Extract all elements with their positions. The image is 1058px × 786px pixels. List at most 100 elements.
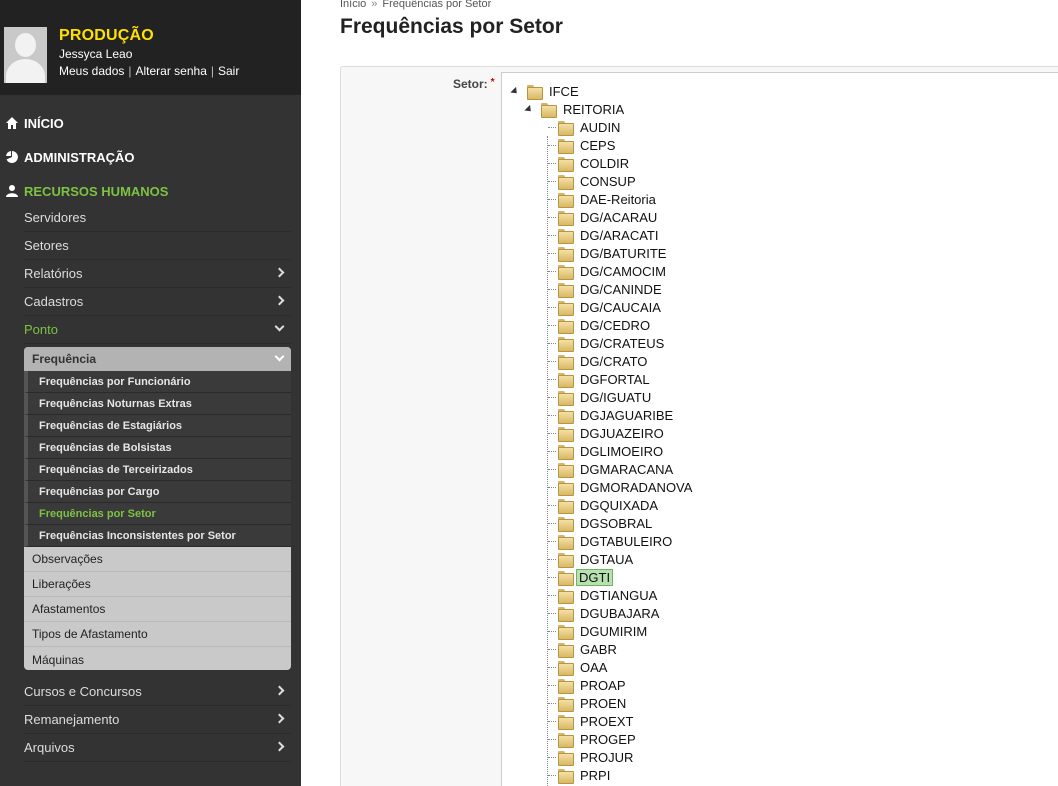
- nav-maquinas[interactable]: Máquinas: [24, 647, 291, 672]
- tree-node-label: DG/CRATO: [580, 353, 648, 369]
- nav-freq-bolsistas[interactable]: Frequências de Bolsistas: [24, 437, 291, 459]
- folder-icon: [558, 372, 574, 388]
- folder-icon: [558, 282, 574, 298]
- nav-administracao[interactable]: ADMINISTRAÇÃO: [0, 140, 301, 174]
- nav-freq-noturnas[interactable]: Frequências Noturnas Extras: [24, 393, 291, 415]
- nav-inicio[interactable]: INÍCIO: [0, 106, 301, 140]
- folder-icon: [558, 300, 574, 316]
- nav-remanejamento[interactable]: Remanejamento: [24, 706, 291, 734]
- tree-node[interactable]: PROGEP: [558, 730, 640, 748]
- tree-node[interactable]: DG/IGUATU: [558, 388, 655, 406]
- tree-node[interactable]: PROEXT: [558, 712, 637, 730]
- tree-node-label: PROJUR: [580, 749, 634, 765]
- nav-setores[interactable]: Setores: [24, 232, 291, 260]
- tree-node[interactable]: DGTI: [558, 568, 614, 586]
- tree-node-label: GABR: [580, 641, 617, 657]
- pie-chart-icon: [6, 151, 18, 163]
- folder-icon: [558, 138, 574, 154]
- nav-relatorios[interactable]: Relatórios: [24, 260, 291, 288]
- tree-node-label: DGTAUA: [580, 551, 634, 567]
- nav-liberacoes[interactable]: Liberações: [24, 572, 291, 597]
- tree-node[interactable]: PROJUR: [558, 748, 637, 766]
- tree-node[interactable]: DG/BATURITE: [558, 244, 670, 262]
- nav-tipos-afastamento[interactable]: Tipos de Afastamento: [24, 622, 291, 647]
- tree-node-label: DGMORADANOVA: [580, 479, 693, 495]
- tree-node[interactable]: DGTABULEIRO: [558, 532, 676, 550]
- nav-freq-cargo[interactable]: Frequências por Cargo: [24, 481, 291, 503]
- tree-node-root[interactable]: IFCE: [510, 82, 583, 100]
- tree-node[interactable]: DGQUIXADA: [558, 496, 662, 514]
- nav-cadastros[interactable]: Cadastros: [24, 288, 291, 316]
- tree-node[interactable]: DGFORTAL: [558, 370, 654, 388]
- tree-node[interactable]: DGTIANGUA: [558, 586, 661, 604]
- tree-node[interactable]: PRPI: [558, 766, 614, 784]
- folder-icon: [541, 102, 557, 118]
- tree-node[interactable]: DG/ACARAU: [558, 208, 661, 226]
- nav-recursos-humanos-label: RECURSOS HUMANOS: [24, 183, 169, 199]
- tree-node[interactable]: DG/CAUCAIA: [558, 298, 665, 316]
- tree-guide-line: [548, 289, 556, 290]
- nav-cursos-concursos[interactable]: Cursos e Concursos: [24, 678, 291, 706]
- breadcrumb-home[interactable]: Início: [340, 0, 366, 10]
- tree-node[interactable]: DGMARACANA: [558, 460, 677, 478]
- nav-arquivos-label: Arquivos: [24, 740, 75, 755]
- nav-recursos-humanos[interactable]: RECURSOS HUMANOS: [0, 174, 301, 208]
- tree-node[interactable]: DGJUAZEIRO: [558, 424, 668, 442]
- tree-guide-line: [548, 361, 556, 362]
- expand-toggle-icon[interactable]: [510, 87, 518, 95]
- tree-node[interactable]: DGTAUA: [558, 550, 637, 568]
- folder-icon: [558, 588, 574, 604]
- nav-ponto[interactable]: Ponto: [24, 316, 291, 344]
- tree-node[interactable]: DGUMIRIM: [558, 622, 651, 640]
- change-password-link[interactable]: Alterar senha: [136, 64, 207, 78]
- tree-node-reitoria[interactable]: REITORIA: [524, 100, 628, 118]
- nav-observacoes[interactable]: Observações: [24, 547, 291, 572]
- tree-guide-line: [548, 127, 556, 128]
- nav-frequencia[interactable]: Frequência: [24, 347, 291, 371]
- nav-afastamentos[interactable]: Afastamentos: [24, 597, 291, 622]
- chevron-right-icon: [274, 741, 285, 752]
- chevron-right-icon: [274, 295, 285, 306]
- folder-icon: [558, 768, 574, 784]
- tree-node[interactable]: DGUBAJARA: [558, 604, 663, 622]
- tree-node[interactable]: GABR: [558, 640, 621, 658]
- tree-node-label: DGUBAJARA: [580, 605, 660, 621]
- my-data-link[interactable]: Meus dados: [59, 64, 124, 78]
- tree-node[interactable]: COLDIR: [558, 154, 633, 172]
- tree-node[interactable]: DG/CRATO: [558, 352, 651, 370]
- tree-node-label: COLDIR: [580, 155, 630, 171]
- nav-freq-terceirizados[interactable]: Frequências de Terceirizados: [24, 459, 291, 481]
- tree-node[interactable]: OAA: [558, 658, 611, 676]
- tree-node[interactable]: DG/CEDRO: [558, 316, 654, 334]
- logout-link[interactable]: Sair: [218, 64, 239, 78]
- nav-freq-estagiarios[interactable]: Frequências de Estagiários: [24, 415, 291, 437]
- tree-guide-line: [548, 397, 556, 398]
- tree-guide-line: [548, 469, 556, 470]
- tree-node[interactable]: DGLIMOEIRO: [558, 442, 667, 460]
- nav-servidores[interactable]: Servidores: [24, 204, 291, 232]
- tree-node[interactable]: DG/CRATEUS: [558, 334, 668, 352]
- tree-node-label: DG/CEDRO: [580, 317, 651, 333]
- tree-node[interactable]: PROAP: [558, 676, 630, 694]
- nav-freq-setor[interactable]: Frequências por Setor: [24, 503, 291, 525]
- nav-freq-funcionario[interactable]: Frequências por Funcionário: [24, 371, 291, 393]
- tree-node[interactable]: DAE-Reitoria: [558, 190, 660, 208]
- tree-node[interactable]: AUDIN: [558, 118, 624, 136]
- profile-links: Meus dados | Alterar senha | Sair: [59, 64, 240, 78]
- tree-node[interactable]: DG/CANINDE: [558, 280, 666, 298]
- tree-node-label: DGTIANGUA: [580, 587, 658, 603]
- nav-freq-inconsistentes[interactable]: Frequências Inconsistentes por Setor: [24, 525, 291, 547]
- expand-toggle-icon[interactable]: [524, 105, 532, 113]
- tree-node[interactable]: CEPS: [558, 136, 619, 154]
- tree-node[interactable]: DG/ARACATI: [558, 226, 663, 244]
- tree-node[interactable]: DG/CAMOCIM: [558, 262, 670, 280]
- tree-node[interactable]: DGMORADANOVA: [558, 478, 696, 496]
- tree-node-label: DG/CRATEUS: [580, 335, 665, 351]
- tree-node[interactable]: DGJAGUARIBE: [558, 406, 677, 424]
- nav-arquivos[interactable]: Arquivos: [24, 734, 291, 762]
- tree-node[interactable]: DGSOBRAL: [558, 514, 656, 532]
- tree-node[interactable]: PROEN: [558, 694, 630, 712]
- tree-node[interactable]: CONSUP: [558, 172, 640, 190]
- folder-icon: [558, 570, 574, 586]
- folder-icon: [558, 390, 574, 406]
